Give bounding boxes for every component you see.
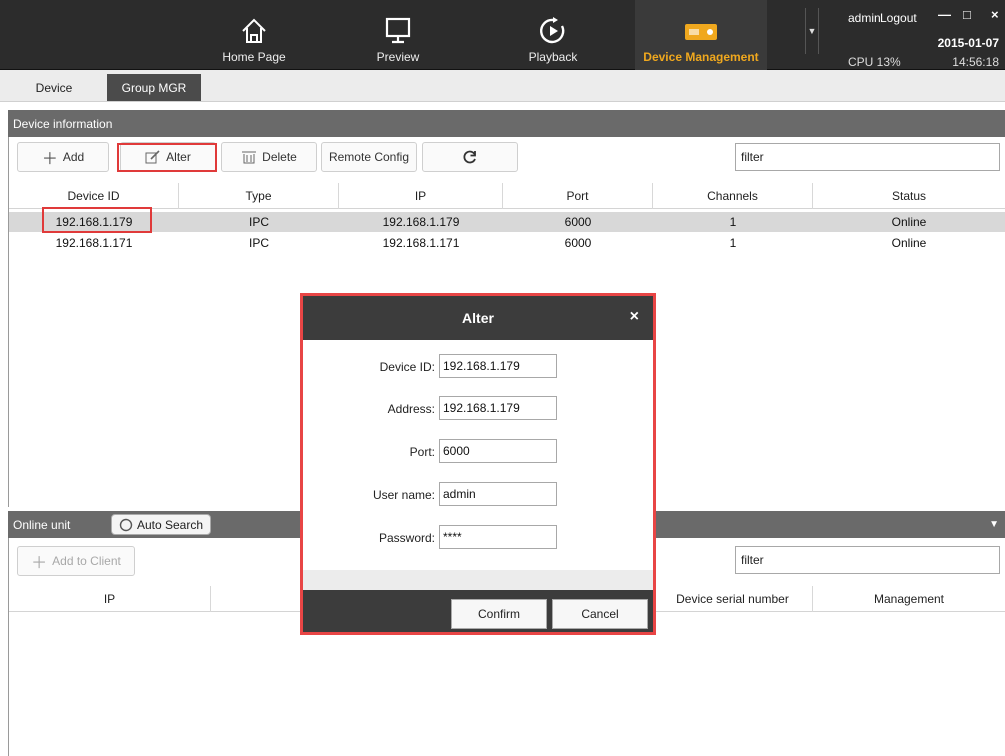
cell-ip: 192.168.1.179 [382,215,460,229]
nav-dropdown-button[interactable]: ▼ [805,8,819,54]
top-nav-bar: Home Page Preview Playback Device Manage… [0,0,1005,70]
col-ip[interactable]: IP [9,586,211,612]
dialog-footer: Confirm Cancel [303,590,653,632]
plus-icon: ＋ [31,555,48,572]
cell-port: 6000 [564,215,592,229]
online-unit-title: Online unit [13,517,71,532]
device-filter-input[interactable]: filter [735,143,1000,171]
tab-group-mgr[interactable]: Group MGR [107,74,201,101]
username-label: admin [848,11,881,25]
alter-button-label: Alter [166,150,191,164]
col-device-serial-number[interactable]: Device serial number [653,586,813,612]
nav-preview[interactable]: Preview [339,0,457,70]
dialog-close-icon[interactable]: × [630,308,639,326]
password-label: Password: [378,531,435,545]
home-icon [242,18,266,43]
cell-status: Online [891,236,927,250]
col-management[interactable]: Management [813,586,1005,612]
maximize-button[interactable]: □ [963,7,971,22]
trash-icon [242,151,257,164]
minimize-button[interactable]: — [938,7,951,22]
table-row[interactable]: 192.168.1.179 IPC 192.168.1.179 6000 1 O… [9,212,1005,232]
alter-dialog: Alter × Device ID: 192.168.1.179 Address… [300,293,656,635]
address-field[interactable]: 192.168.1.179 [439,396,557,420]
nav-home-page[interactable]: Home Page [195,0,313,70]
table-row[interactable]: 192.168.1.171 IPC 192.168.1.171 6000 1 O… [9,233,1005,253]
cancel-button[interactable]: Cancel [552,599,648,629]
dialog-body: Device ID: 192.168.1.179 Address: 192.16… [303,340,653,570]
device-table-header: Device ID Type IP Port Channels Status [9,183,1005,209]
nav-device-management[interactable]: Device Management [635,0,767,70]
sub-tabs: Device Group MGR [0,70,1005,102]
cell-ip: 192.168.1.171 [382,236,460,250]
cell-device-id: 192.168.1.179 [55,215,133,229]
nav-label-preview: Preview [376,50,420,64]
confirm-button[interactable]: Confirm [451,599,547,629]
app-window: Home Page Preview Playback Device Manage… [0,0,1005,756]
port-label: Port: [409,445,435,459]
nav-label-home: Home Page [222,50,286,64]
user-name-field[interactable]: admin [439,482,557,506]
dialog-divider [303,570,653,590]
close-button[interactable]: × [991,7,999,22]
refresh-icon [463,150,476,164]
device-id-label: Device ID: [379,360,435,374]
auto-search-button[interactable]: Auto Search [111,514,211,535]
delete-button-label: Delete [262,150,297,164]
col-device-id[interactable]: Device ID [9,183,179,209]
cell-status: Online [891,215,927,229]
add-button[interactable]: ＋ Add [17,142,109,172]
online-panel-border [8,538,9,756]
auto-search-label: Auto Search [136,517,204,532]
collapse-caret-icon[interactable]: ▼ [989,519,999,530]
time-display: 14:56:18 [952,55,999,69]
cell-channels: 1 [729,215,737,229]
device-management-icon [685,24,717,40]
nav-playback[interactable]: Playback [494,0,612,70]
device-id-field[interactable]: 192.168.1.179 [439,354,557,378]
add-to-client-label: Add to Client [52,554,121,568]
add-button-label: Add [62,150,85,164]
col-status[interactable]: Status [813,183,1005,209]
edit-icon [145,150,160,164]
refresh-button[interactable] [422,142,518,172]
cell-port: 6000 [564,236,592,250]
cell-type: IPC [248,215,269,229]
logout-link[interactable]: Logout [880,11,917,25]
tab-device[interactable]: Device [14,74,94,101]
dialog-title: Alter [462,310,494,326]
address-label: Address: [387,402,435,416]
monitor-icon [385,17,411,44]
dialog-header: Alter × [303,296,653,340]
alter-button[interactable]: Alter [120,142,216,172]
cpu-usage: CPU 13% [848,55,901,69]
user-name-label: User name: [372,488,435,502]
password-field[interactable]: **** [439,525,557,549]
playback-icon [540,17,565,44]
online-filter-input[interactable]: filter [735,546,1000,574]
delete-button[interactable]: Delete [221,142,317,172]
cell-device-id: 192.168.1.171 [55,236,133,250]
date-display: 2015-01-07 [937,36,999,50]
col-type[interactable]: Type [179,183,339,209]
device-information-title: Device information [13,116,113,131]
plus-icon: ＋ [41,151,58,168]
device-information-header: Device information [8,110,1005,137]
add-to-client-button[interactable]: ＋ Add to Client [17,546,135,576]
remote-config-label: Remote Config [328,150,410,164]
nav-label-device-management: Device Management [643,50,759,64]
search-icon [119,518,133,531]
col-port[interactable]: Port [503,183,653,209]
nav-label-playback: Playback [528,50,578,64]
cell-channels: 1 [729,236,737,250]
caret-down-icon: ▼ [807,26,817,36]
col-channels[interactable]: Channels [653,183,813,209]
cell-type: IPC [248,236,269,250]
remote-config-button[interactable]: Remote Config [321,142,417,172]
col-ip[interactable]: IP [339,183,503,209]
port-field[interactable]: 6000 [439,439,557,463]
